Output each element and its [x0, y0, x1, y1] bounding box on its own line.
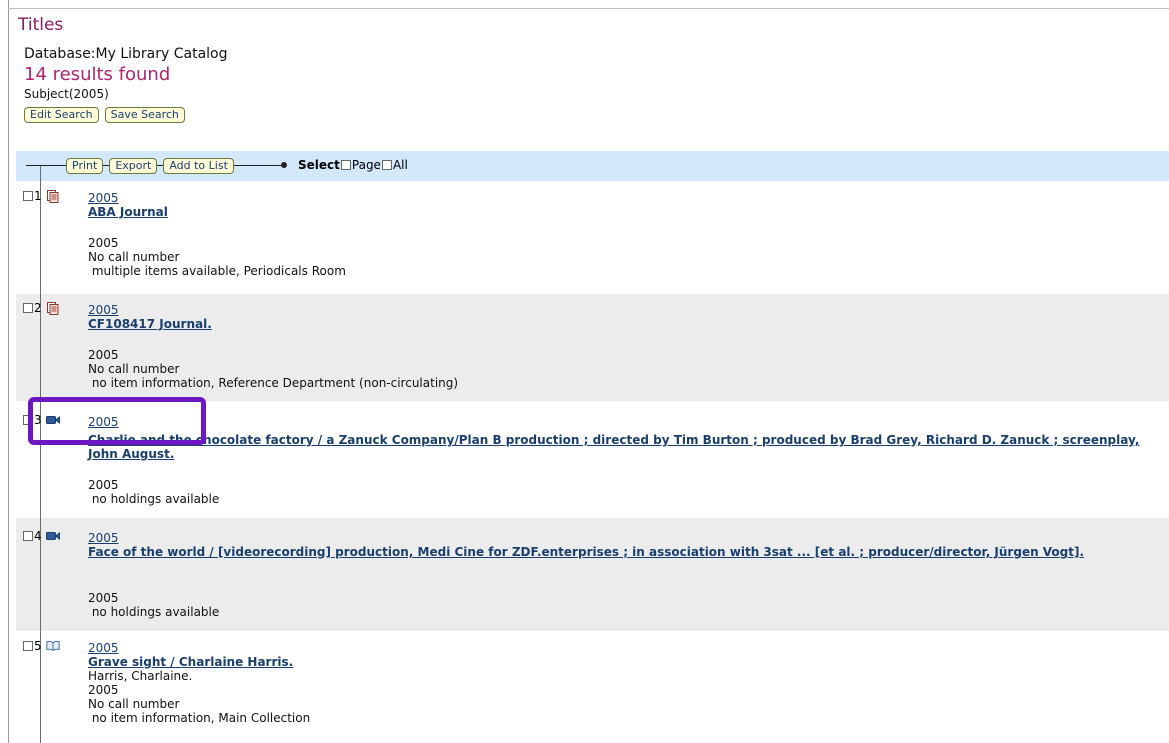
result-detail-line: no holdings available [88, 605, 220, 619]
result-detail-5: Harris, Charlaine. 2005 No call number n… [88, 669, 310, 725]
result-detail-3: 2005 no holdings available [88, 478, 219, 506]
result-detail-line: no item information, Main Collection [88, 711, 311, 725]
periodical-icon [46, 189, 60, 203]
select-label: Select [298, 158, 340, 172]
result-detail-line: multiple items available, Periodicals Ro… [88, 264, 346, 278]
result-index-5: 5 [34, 639, 42, 653]
book-icon [46, 640, 60, 653]
result-marker-5: 5 [22, 639, 60, 653]
result-detail-2: 2005 No call number no item information,… [88, 348, 458, 390]
video-camera-icon [45, 530, 60, 543]
result-title-link-5[interactable]: Grave sight / Charlaine Harris. [88, 655, 1148, 669]
result-title-link-3[interactable]: Charlie and the chocolate factory / a Za… [88, 433, 1148, 461]
result-detail-line: 2005 [88, 348, 119, 362]
edit-search-button[interactable]: Edit Search [24, 107, 99, 123]
periodical-icon [46, 301, 60, 315]
result-checkbox-4[interactable] [23, 531, 33, 541]
result-checkbox-2[interactable] [23, 303, 33, 313]
select-controls: Select Page All [298, 158, 408, 172]
result-year-link-1[interactable]: 2005 [88, 191, 119, 205]
result-checkbox-5[interactable] [23, 641, 33, 651]
select-all-label: All [392, 158, 408, 172]
result-title-link-2[interactable]: CF108417 Journal. [88, 317, 1148, 331]
result-title-link-1[interactable]: ABA Journal [88, 205, 1148, 219]
export-button[interactable]: Export [109, 158, 158, 174]
database-line: Database:My Library Catalog [24, 46, 228, 62]
database-label: Database: [24, 46, 96, 62]
result-checkbox-1[interactable] [23, 191, 33, 201]
page-left-border [8, 0, 9, 743]
result-detail-line: 2005 [88, 236, 119, 250]
page-top-border [8, 8, 1169, 9]
toolbar-connector-dot [281, 162, 287, 168]
result-index-4: 4 [34, 529, 42, 543]
result-detail-line: No call number [88, 362, 180, 376]
result-detail-line: No call number [88, 250, 180, 264]
print-button[interactable]: Print [66, 158, 104, 174]
result-detail-line: no item information, Reference Departmen… [88, 376, 459, 390]
result-detail-line: 2005 [88, 683, 119, 697]
save-search-button[interactable]: Save Search [104, 107, 185, 123]
add-to-list-button[interactable]: Add to List [163, 158, 234, 174]
result-year-link-4[interactable]: 2005 [88, 531, 119, 545]
result-detail-line: 2005 [88, 591, 119, 605]
result-marker-4: 4 [22, 529, 60, 543]
page-title: Titles [18, 15, 64, 35]
result-marker-1: 1 [22, 189, 60, 203]
result-year-link-5[interactable]: 2005 [88, 641, 119, 655]
result-detail-line: 2005 [88, 478, 119, 492]
result-detail-line: no holdings available [88, 492, 220, 506]
results-count: 14 results found [24, 64, 171, 85]
database-name: My Library Catalog [95, 46, 228, 62]
result-detail-line: No call number [88, 697, 180, 711]
results-tree-line [40, 166, 41, 743]
result-year-link-2[interactable]: 2005 [88, 303, 119, 317]
search-subject: Subject(2005) [24, 87, 109, 101]
select-all-checkbox[interactable] [381, 160, 392, 170]
toolbar-buttons: Print Export Add to List [66, 158, 234, 174]
result-detail-line: Harris, Charlaine. [88, 669, 193, 683]
result-marker-2: 2 [22, 301, 60, 315]
result-detail-4: 2005 no holdings available [88, 591, 219, 619]
result-detail-1: 2005 No call number multiple items avail… [88, 236, 346, 278]
select-page-checkbox[interactable] [340, 160, 351, 170]
result-title-link-4[interactable]: Face of the world / [videorecording] pro… [88, 545, 1148, 559]
highlight-box [28, 397, 206, 445]
result-index-1: 1 [34, 189, 42, 203]
search-actions: Edit Search Save Search [24, 107, 185, 123]
select-page-label: Page [351, 158, 381, 172]
result-index-2: 2 [34, 301, 42, 315]
